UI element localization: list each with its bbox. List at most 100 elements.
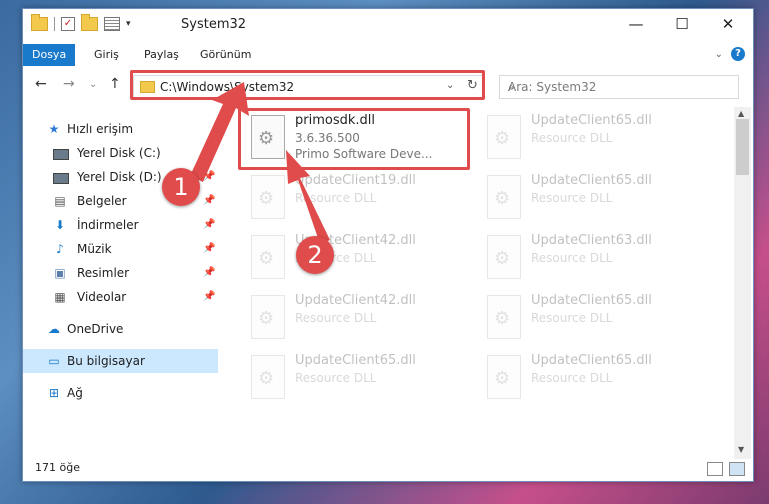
vertical-scrollbar[interactable]: ▲ ▼ <box>734 107 751 459</box>
cloud-icon: ☁ <box>48 322 60 336</box>
forward-arrow-icon[interactable]: → <box>63 76 75 92</box>
sidebar-item-label: Yerel Disk (C:) <box>77 146 161 160</box>
file-name: UpdateClient42.dll <box>295 293 416 308</box>
file-item[interactable]: UpdateClient19.dll Resource DLL <box>245 173 475 229</box>
pin-icon[interactable]: 📌 <box>203 261 215 285</box>
window-title: System32 <box>181 17 247 32</box>
ribbon-right-controls: ⌄ ? <box>715 47 745 61</box>
file-item[interactable]: UpdateClient42.dll Resource DLL <box>245 233 475 289</box>
file-item[interactable]: UpdateClient63.dll Resource DLL <box>481 233 711 289</box>
toolbar-separator <box>54 17 55 31</box>
file-type: Resource DLL <box>531 371 613 385</box>
ribbon-tabs: Dosya Giriş Paylaş Görünüm <box>23 44 753 66</box>
file-highlight <box>238 108 470 170</box>
pin-icon[interactable]: 📌 <box>203 285 215 309</box>
details-view-icon[interactable] <box>707 462 723 476</box>
sidebar-item-label: Ağ <box>67 386 83 400</box>
star-icon: ★ <box>48 122 60 136</box>
file-name: UpdateClient65.dll <box>531 173 652 188</box>
sidebar-item-videolar[interactable]: ▦ Videolar 📌 <box>23 285 218 309</box>
dll-file-icon <box>487 355 521 399</box>
pin-icon[interactable]: 📌 <box>203 165 215 189</box>
computer-icon: ▭ <box>48 354 60 368</box>
file-type: Resource DLL <box>531 251 613 265</box>
customize-toolbar-dropdown-icon[interactable]: ▾ <box>126 19 131 29</box>
status-bar: 171 öğe <box>23 457 753 481</box>
folder-icon <box>31 14 48 31</box>
new-folder-icon[interactable] <box>81 14 98 31</box>
file-item[interactable]: UpdateClient65.dll Resource DLL <box>481 353 711 409</box>
quick-access-toolbar: ✓ ▾ <box>31 14 131 31</box>
callout-2: 2 <box>296 236 334 274</box>
file-name: UpdateClient65.dll <box>531 353 652 368</box>
item-count: 171 öğe <box>35 461 80 474</box>
expand-ribbon-icon[interactable]: ⌄ <box>715 49 723 60</box>
sidebar-item-muzik[interactable]: ♪ Müzik 📌 <box>23 237 218 261</box>
drive-icon <box>53 173 69 184</box>
network-icon: ⊞ <box>48 386 60 400</box>
video-icon: ▦ <box>54 290 66 304</box>
dll-file-icon <box>487 115 521 159</box>
pin-icon[interactable]: 📌 <box>203 237 215 261</box>
file-name: UpdateClient65.dll <box>295 353 416 368</box>
sidebar-item-label: Videolar <box>77 290 127 304</box>
properties-check-icon[interactable]: ✓ <box>61 17 75 31</box>
file-type: Resource DLL <box>295 311 377 325</box>
search-icon[interactable]: ⌕ <box>508 80 731 95</box>
documents-icon: ▤ <box>54 194 66 208</box>
dll-file-icon <box>487 295 521 339</box>
sidebar-item-network[interactable]: ⊞ Ağ <box>23 381 218 405</box>
music-icon: ♪ <box>56 242 64 256</box>
scrollbar-thumb[interactable] <box>736 119 749 175</box>
sidebar-item-label: OneDrive <box>67 322 124 336</box>
sidebar-item-indirmeler[interactable]: ⬇ İndirmeler 📌 <box>23 213 218 237</box>
file-item[interactable]: UpdateClient65.dll Resource DLL <box>481 173 711 229</box>
file-item[interactable]: UpdateClient42.dll Resource DLL <box>245 293 475 349</box>
pin-icon[interactable]: 📌 <box>203 189 215 213</box>
file-item[interactable]: UpdateClient65.dll Resource DLL <box>245 353 475 409</box>
sidebar-item-label: Belgeler <box>77 194 127 208</box>
tab-giris[interactable]: Giriş <box>85 44 128 66</box>
sidebar-item-resimler[interactable]: ▣ Resimler 📌 <box>23 261 218 285</box>
download-icon: ⬇ <box>54 218 66 232</box>
dll-file-icon <box>251 235 285 279</box>
tab-paylas[interactable]: Paylaş <box>135 44 188 66</box>
pin-icon[interactable]: 📌 <box>203 213 215 237</box>
drive-icon <box>53 149 69 160</box>
file-type: Resource DLL <box>295 371 377 385</box>
file-item[interactable]: UpdateClient65.dll Resource DLL <box>481 113 711 169</box>
dll-file-icon <box>251 175 285 219</box>
tab-gorunum[interactable]: Görünüm <box>191 44 260 66</box>
sidebar-item-label: Resimler <box>77 266 130 280</box>
minimize-button[interactable]: — <box>613 9 659 39</box>
dll-file-icon <box>251 355 285 399</box>
tab-dosya[interactable]: Dosya <box>23 44 76 66</box>
address-bar-highlight <box>130 70 485 100</box>
file-item[interactable]: UpdateClient65.dll Resource DLL <box>481 293 711 349</box>
file-type: Resource DLL <box>295 191 377 205</box>
file-name: UpdateClient65.dll <box>531 293 652 308</box>
up-arrow-icon[interactable]: ↑ <box>109 76 121 92</box>
scroll-up-icon[interactable]: ▲ <box>738 109 744 118</box>
dll-file-icon <box>251 295 285 339</box>
file-name: UpdateClient65.dll <box>531 113 652 128</box>
title-bar: ✓ ▾ System32 — ☐ ✕ <box>23 9 753 41</box>
file-type: Resource DLL <box>531 191 613 205</box>
large-icons-view-icon[interactable] <box>729 462 745 476</box>
help-icon[interactable]: ? <box>731 47 745 61</box>
sidebar-item-onedrive[interactable]: ☁ OneDrive <box>23 317 218 341</box>
sidebar-item-label: Hızlı erişim <box>67 122 134 136</box>
properties-icon[interactable] <box>104 17 120 31</box>
callout-1: 1 <box>162 168 200 206</box>
sidebar-item-label: Yerel Disk (D:) <box>77 170 162 184</box>
close-button[interactable]: ✕ <box>705 9 751 39</box>
recent-locations-icon[interactable]: ⌄ <box>89 79 97 90</box>
dll-file-icon <box>487 175 521 219</box>
sidebar-item-this-pc[interactable]: ▭ Bu bilgisayar <box>23 349 218 373</box>
maximize-button[interactable]: ☐ <box>659 9 705 39</box>
sidebar-item-quick-access[interactable]: ★ Hızlı erişim <box>23 117 218 141</box>
search-box[interactable]: Ara: System32 ⌕ <box>499 75 739 99</box>
scroll-down-icon[interactable]: ▼ <box>738 445 744 454</box>
sidebar-item-disk-c[interactable]: Yerel Disk (C:) <box>23 141 218 165</box>
back-arrow-icon[interactable]: ← <box>35 76 47 92</box>
